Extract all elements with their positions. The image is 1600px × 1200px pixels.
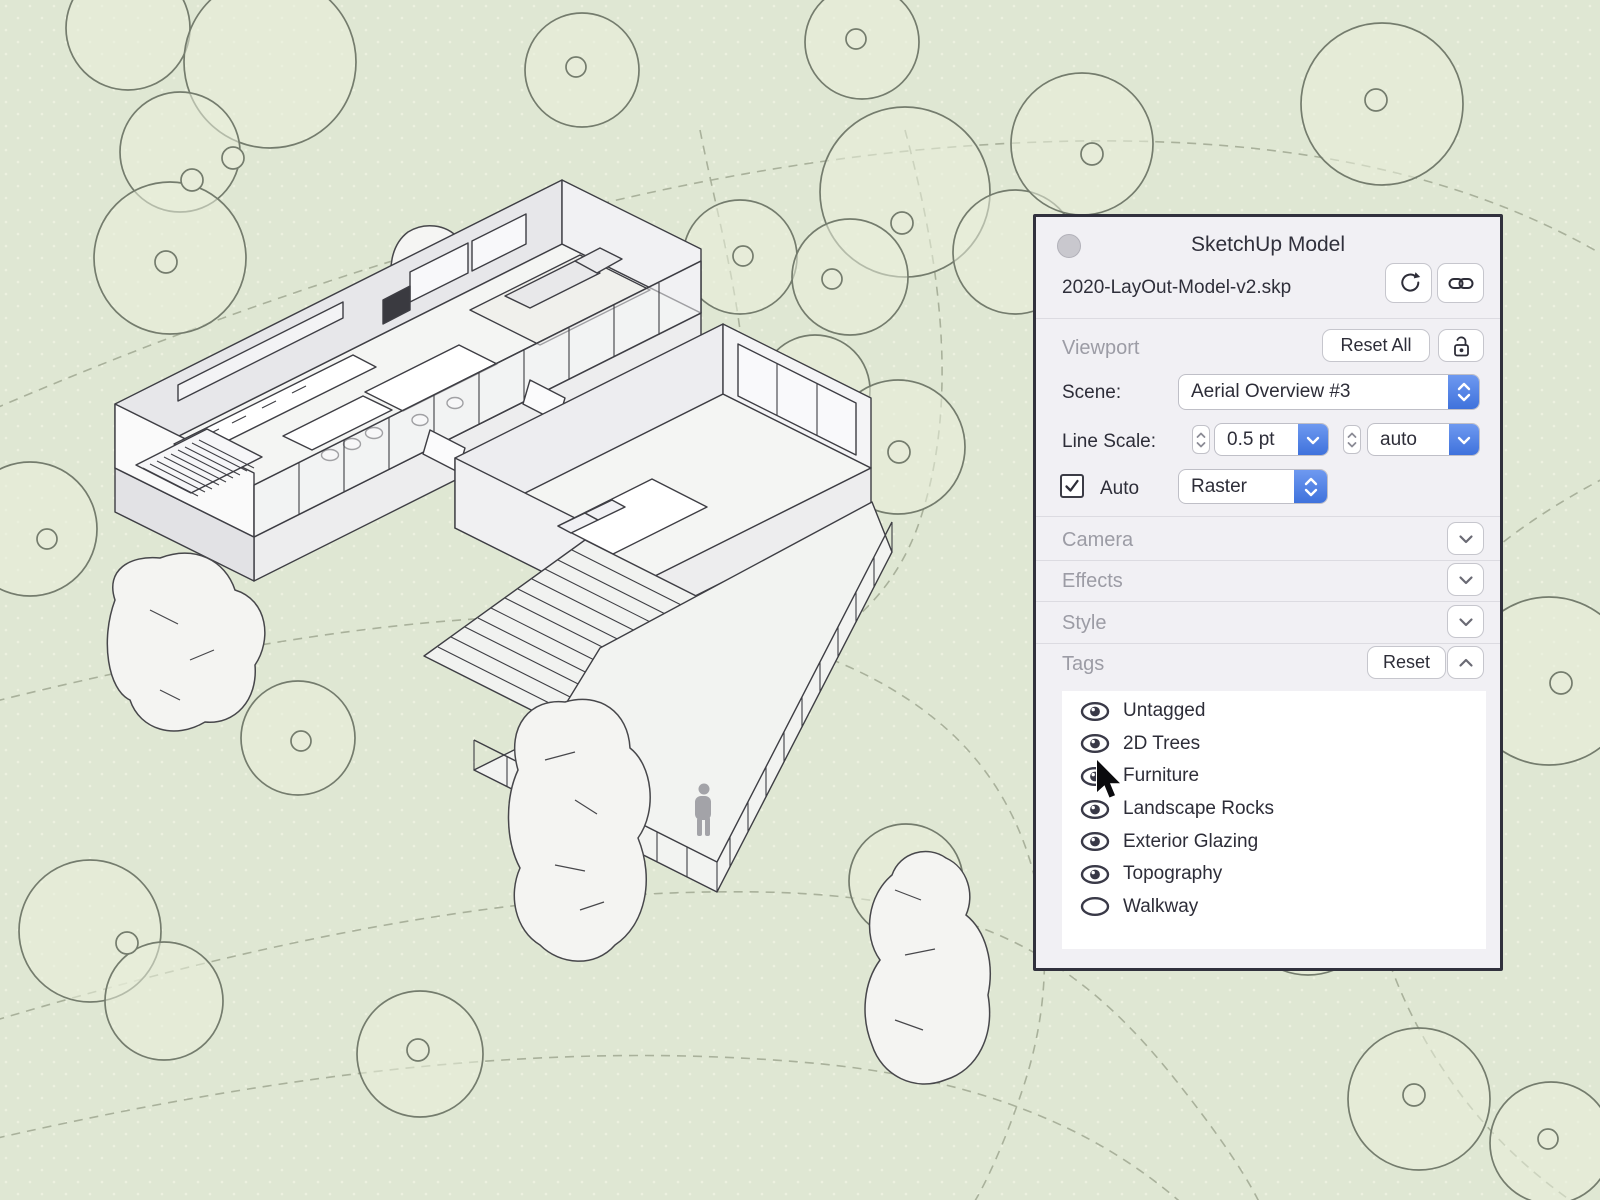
line-scale-size-value: 0.5 pt	[1227, 428, 1275, 450]
eye-visible-icon[interactable]	[1080, 864, 1110, 885]
viewport-section-label: Viewport	[1062, 337, 1140, 359]
sketchup-model-panel: SketchUp Model 2020-LayOut-Model-v2.skp …	[1033, 214, 1503, 971]
effects-expand-button[interactable]	[1447, 563, 1484, 596]
stepper-chevrons-icon	[1347, 432, 1357, 447]
eye-visible-icon[interactable]	[1080, 831, 1110, 852]
divider	[1036, 601, 1500, 602]
chevron-up-down-icon	[1294, 470, 1327, 503]
camera-section-label: Camera	[1062, 529, 1134, 551]
tag-label: Furniture	[1123, 765, 1200, 787]
chevron-up-down-icon	[1448, 375, 1479, 409]
style-expand-button[interactable]	[1447, 605, 1484, 638]
tag-label: 2D Trees	[1123, 732, 1201, 754]
line-scale-mode-stepper[interactable]	[1343, 425, 1361, 454]
tag-row[interactable]: Exterior Glazing	[1062, 825, 1486, 858]
scene-label: Scene:	[1062, 382, 1122, 403]
divider	[1036, 643, 1500, 644]
auto-label: Auto	[1100, 478, 1140, 499]
line-scale-size-select[interactable]: 0.5 pt	[1214, 423, 1329, 456]
stepper-chevrons-icon	[1196, 432, 1206, 447]
divider	[1036, 318, 1500, 319]
auto-checkbox[interactable]	[1060, 474, 1084, 498]
divider	[1036, 560, 1500, 561]
tag-row[interactable]: Topography	[1062, 858, 1486, 891]
tags-list: Untagged 2D Trees Furniture Landscape Ro…	[1062, 691, 1486, 949]
link-icon	[1448, 278, 1473, 289]
eye-hidden-icon[interactable]	[1080, 896, 1110, 917]
line-scale-label: Line Scale:	[1062, 431, 1157, 452]
reset-all-button[interactable]: Reset All	[1322, 329, 1430, 362]
render-mode-value: Raster	[1191, 475, 1247, 497]
tags-reset-button[interactable]: Reset	[1367, 646, 1446, 679]
divider	[1036, 516, 1500, 517]
chevron-down-icon	[1458, 534, 1473, 543]
tag-row[interactable]: 2D Trees	[1062, 728, 1486, 761]
checkbox-check-icon	[1065, 479, 1079, 492]
eye-visible-icon[interactable]	[1080, 733, 1110, 754]
camera-expand-button[interactable]	[1447, 522, 1484, 555]
model-filename: 2020-LayOut-Model-v2.skp	[1062, 277, 1292, 298]
line-scale-stepper[interactable]	[1192, 425, 1210, 454]
tag-row[interactable]: Walkway	[1062, 891, 1486, 924]
lock-viewport-button[interactable]	[1438, 329, 1484, 362]
chevron-down-icon	[1449, 424, 1479, 455]
chevron-up-icon	[1458, 658, 1473, 667]
tag-label: Topography	[1123, 863, 1223, 885]
refresh-icon	[1400, 272, 1420, 292]
reset-all-label: Reset All	[1340, 335, 1412, 355]
chevron-down-icon	[1458, 617, 1473, 626]
scene-select[interactable]: Aerial Overview #3	[1178, 374, 1480, 410]
line-scale-mode-value: auto	[1380, 428, 1417, 450]
eye-visible-icon[interactable]	[1080, 701, 1110, 722]
lock-unlocked-icon	[1454, 335, 1469, 356]
panel-title: SketchUp Model	[1190, 233, 1346, 256]
tags-collapse-button[interactable]	[1447, 646, 1484, 679]
tag-label: Landscape Rocks	[1123, 798, 1275, 820]
tag-label: Untagged	[1123, 700, 1206, 722]
effects-section-label: Effects	[1062, 570, 1123, 592]
render-mode-select[interactable]: Raster	[1178, 469, 1328, 504]
chevron-down-icon	[1298, 424, 1328, 455]
cursor-arrow	[1096, 759, 1121, 799]
line-scale-mode-select[interactable]: auto	[1367, 423, 1480, 456]
refresh-model-button[interactable]	[1385, 263, 1432, 303]
scene-value: Aerial Overview #3	[1191, 381, 1351, 402]
tag-row[interactable]: Untagged	[1062, 695, 1486, 728]
tags-section-label: Tags	[1062, 653, 1105, 675]
link-reference-button[interactable]	[1437, 263, 1484, 303]
tags-reset-label: Reset	[1382, 652, 1431, 672]
layout-canvas: SketchUp Model 2020-LayOut-Model-v2.skp …	[0, 0, 1600, 1200]
style-section-label: Style	[1062, 612, 1107, 634]
tag-label: Walkway	[1123, 895, 1199, 917]
chevron-down-icon	[1458, 575, 1473, 584]
tag-label: Exterior Glazing	[1123, 830, 1259, 852]
